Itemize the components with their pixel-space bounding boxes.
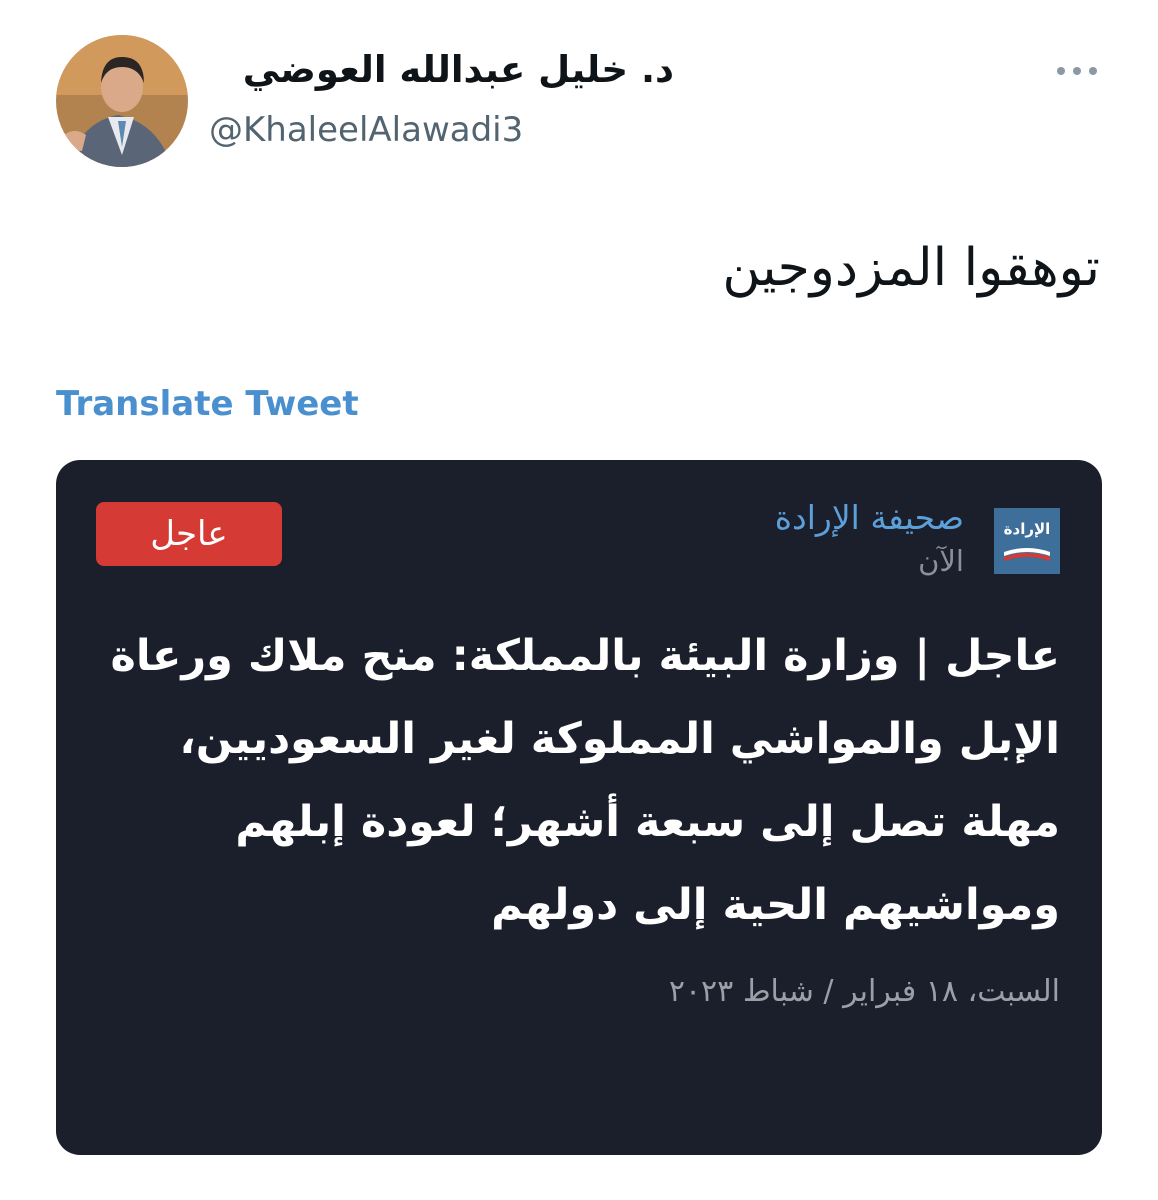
source-name: صحيفة الإرادة (774, 498, 964, 537)
more-dots-icon (1057, 67, 1097, 75)
news-headline: عاجل | وزارة البيئة بالمملكة: منح ملاك و… (110, 631, 1060, 930)
tweet-text: توهقوا المزدوجين (722, 238, 1100, 298)
author-handle[interactable]: @KhaleelAlawadi3 (209, 110, 523, 150)
logo-flag-icon (1004, 548, 1050, 561)
author-avatar[interactable] (56, 35, 188, 167)
post-time: الآن (918, 544, 964, 578)
urgent-badge: عاجل (96, 502, 282, 566)
source-logo: الإرادة (994, 508, 1060, 574)
author-name[interactable]: د. خليل عبدالله العوضي (243, 48, 674, 91)
more-options-button[interactable] (1052, 56, 1102, 86)
news-date: السبت، ١٨ فبراير / شباط ٢٠٢٣ (668, 974, 1060, 1009)
attached-image-card[interactable]: الإرادة صحيفة الإرادة الآن عاجل عاجل | و… (56, 460, 1102, 1155)
avatar-photo (56, 35, 188, 167)
translate-tweet-link[interactable]: Translate Tweet (56, 384, 359, 424)
